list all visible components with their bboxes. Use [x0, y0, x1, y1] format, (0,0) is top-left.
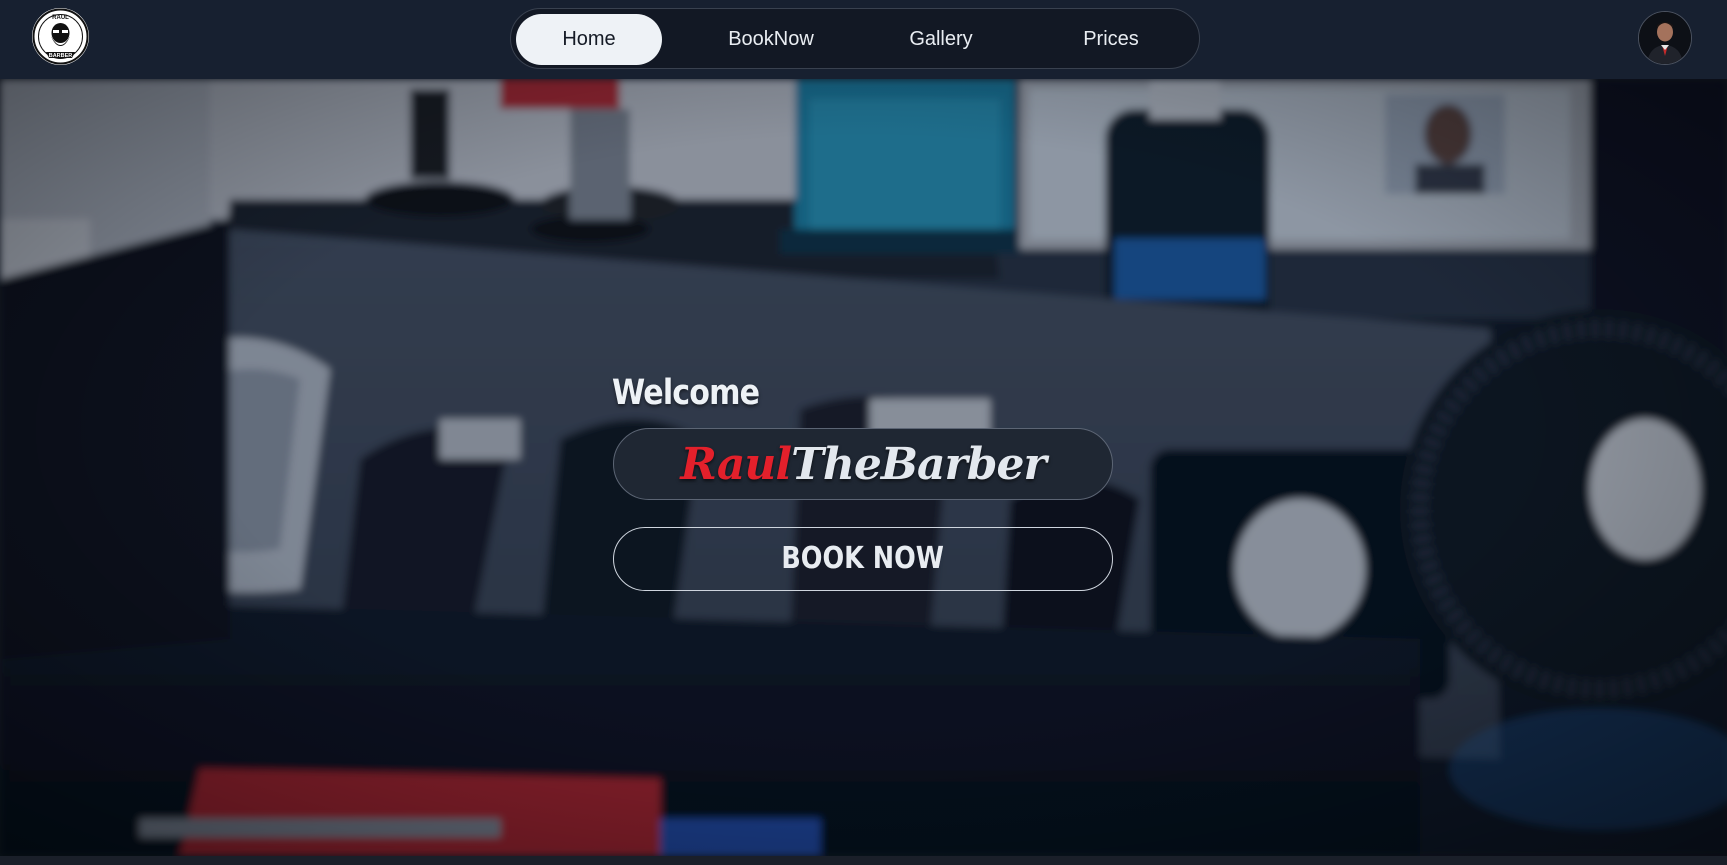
book-now-label: BOOK NOW	[781, 541, 945, 576]
nav-menu: Home BookNow Gallery Prices	[510, 8, 1200, 69]
nav-item-prices[interactable]: Prices	[1031, 14, 1191, 65]
brand-name-second: TheBarber	[791, 439, 1047, 490]
nav-item-booknow[interactable]: BookNow	[671, 14, 871, 65]
svg-text:RAUL: RAUL	[52, 15, 69, 21]
nav-item-gallery[interactable]: Gallery	[866, 14, 1016, 65]
book-now-button[interactable]: BOOK NOW	[613, 527, 1113, 591]
navbar: RAUL BARBER Home BookNow Gallery Prices	[0, 0, 1727, 79]
profile-avatar-icon[interactable]	[1638, 11, 1692, 65]
welcome-heading: Welcome	[612, 373, 760, 413]
svg-text:BARBER: BARBER	[49, 53, 73, 59]
brand-name-first: Raul	[680, 439, 792, 490]
barber-logo-icon[interactable]: RAUL BARBER	[32, 8, 89, 65]
page-bottom-strip	[0, 856, 1727, 865]
brand-name-banner: RaulTheBarber	[613, 428, 1113, 500]
nav-item-home[interactable]: Home	[516, 14, 662, 65]
